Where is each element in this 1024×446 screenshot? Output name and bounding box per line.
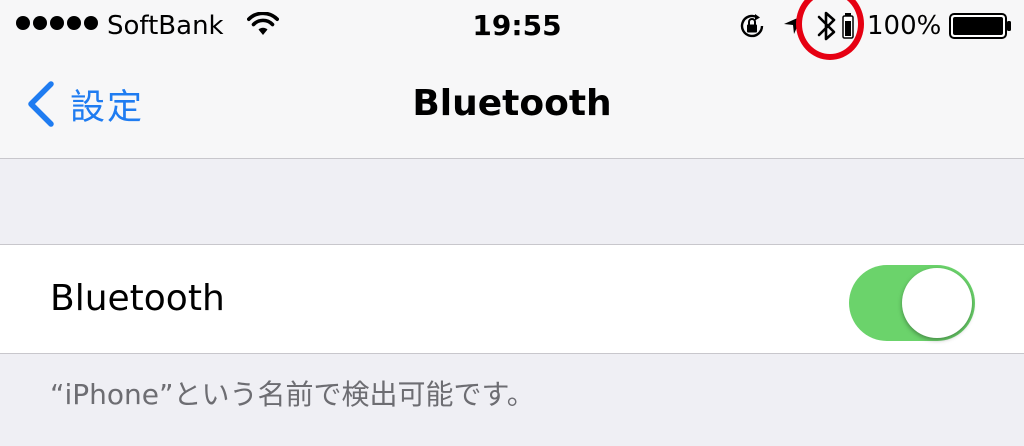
toggle-knob xyxy=(902,268,972,338)
battery-icon xyxy=(949,13,1011,39)
bluetooth-setting-label: Bluetooth xyxy=(50,278,225,319)
battery-percentage: 100% xyxy=(867,11,942,41)
bluetooth-setting-row: Bluetooth xyxy=(0,244,1024,354)
status-bar: SoftBank 19:55 100% xyxy=(0,0,1024,60)
annotation-highlight-circle xyxy=(796,0,864,60)
discoverable-note: “iPhone”という名前で検出可能です。 xyxy=(50,378,535,411)
page-title: Bluetooth xyxy=(412,83,612,124)
bluetooth-toggle[interactable] xyxy=(849,265,975,341)
top-bar: SoftBank 19:55 100% 設定 Bluetooth xyxy=(0,0,1024,159)
rotation-lock-icon xyxy=(740,14,764,38)
